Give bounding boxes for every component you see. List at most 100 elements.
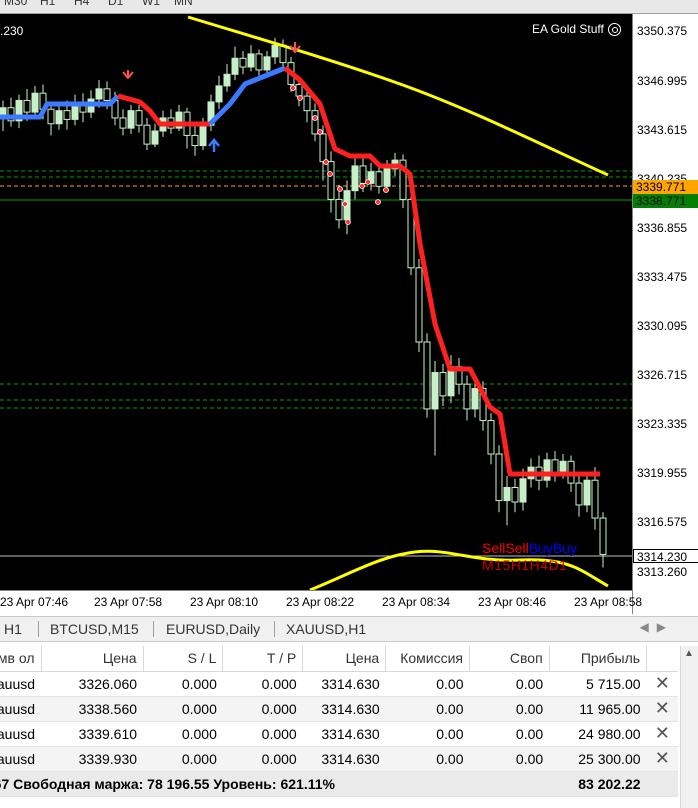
candle-body xyxy=(127,110,135,129)
timeframe-d1[interactable]: D1 xyxy=(108,0,123,8)
signal-part: Buy xyxy=(528,540,553,556)
price-tick: 3343.615 xyxy=(637,123,688,137)
candle-body xyxy=(135,110,143,126)
current-price-box: 3314.230 xyxy=(633,549,698,564)
candle-body xyxy=(215,85,223,103)
scroll-up-icon[interactable]: ▲ xyxy=(684,648,694,659)
candle-body xyxy=(551,459,559,474)
signal-part: Buy xyxy=(552,540,577,556)
candle-body xyxy=(335,198,343,221)
cell-profit: 24 980.00 xyxy=(549,721,647,747)
close-position-icon[interactable]: ✕ xyxy=(646,721,678,747)
signal-timeframes-text: M15H1H4D1 xyxy=(482,557,568,573)
cell-tp: 0.000 xyxy=(222,721,303,747)
cell-profit: 11 965.00 xyxy=(549,696,647,722)
trade-marker xyxy=(375,199,381,205)
price-chart[interactable]: .230 EA Gold Stuff SellSellBuyBuy M15H1H… xyxy=(0,14,698,614)
envelope-upper xyxy=(187,15,609,177)
col-close xyxy=(646,646,678,672)
table-row[interactable]: xauusd 3339.930 0.000 0.000 3314.630 0.0… xyxy=(0,746,678,772)
candle-body xyxy=(143,124,151,145)
cell-comm: 0.00 xyxy=(385,746,470,772)
candle-body xyxy=(351,165,359,192)
time-tick: 23 Apr 08:22 xyxy=(286,595,355,609)
col-cur-price[interactable]: Цена xyxy=(302,646,387,672)
candle-body xyxy=(543,459,551,481)
trade-marker xyxy=(297,95,303,101)
trade-marker xyxy=(317,129,323,135)
table-row[interactable]: xauusd 3338.560 0.000 0.000 3314.630 0.0… xyxy=(0,696,678,722)
trade-marker xyxy=(383,187,389,193)
table-row[interactable]: xauusd 3339.610 0.000 0.000 3314.630 0.0… xyxy=(0,721,678,747)
candle-body xyxy=(231,57,239,75)
cell-cur: 3314.630 xyxy=(302,721,386,747)
table-row[interactable]: xauusd 3326.060 0.000 0.000 3314.630 0.0… xyxy=(0,671,678,697)
trend-line xyxy=(283,66,600,477)
tab-scroll-arrows-icon[interactable]: ◀▶ xyxy=(640,620,674,634)
cell-symbol: xauusd xyxy=(0,746,42,772)
price-tick: 3316.575 xyxy=(637,515,688,529)
tab-xauusd-h1[interactable]: XAUUSD,H1 xyxy=(286,621,366,637)
candle-body xyxy=(23,99,31,113)
candle-body xyxy=(503,486,511,502)
timeframe-mn[interactable]: MN xyxy=(174,0,193,8)
table-summary-row: 5.67 Свободная маржа: 78 196.55 Уровень:… xyxy=(0,770,678,797)
time-tick: 23 Apr 08:46 xyxy=(478,595,547,609)
col-swap[interactable]: Своп xyxy=(469,646,550,672)
tab-h1[interactable]: H1 xyxy=(4,621,22,637)
cell-price: 3339.610 xyxy=(41,721,144,747)
cell-price: 3338.560 xyxy=(41,696,144,722)
time-axis[interactable]: 23 Apr 07:46 23 Apr 07:58 23 Apr 08:10 2… xyxy=(0,590,642,614)
candle-body xyxy=(359,165,367,184)
col-symbol[interactable]: Симв ол xyxy=(0,646,42,672)
price-tick: 3319.955 xyxy=(637,466,688,480)
close-position-icon[interactable]: ✕ xyxy=(646,671,678,697)
timeframe-w1[interactable]: W1 xyxy=(142,0,160,8)
candle-body xyxy=(591,479,599,519)
candle-body xyxy=(0,107,7,116)
trade-marker xyxy=(345,219,351,225)
sell-arrow-icon xyxy=(122,70,134,80)
cell-tp: 0.000 xyxy=(222,746,303,772)
price-tick: 3336.855 xyxy=(637,221,688,235)
trade-marker xyxy=(365,179,371,185)
candle-body xyxy=(511,486,519,503)
candle-body xyxy=(415,267,423,343)
cell-price: 3326.060 xyxy=(41,671,144,697)
chart-tabs: H1 BTCUSD,M15 EURUSD,Daily XAUUSD,H1 ◀▶ xyxy=(0,616,698,642)
candle-body xyxy=(295,83,303,97)
price-tick: 3326.715 xyxy=(637,368,688,382)
candle-body xyxy=(263,56,271,71)
candle-body xyxy=(119,117,127,129)
expert-smiley-icon xyxy=(607,22,621,36)
chart-canvas xyxy=(0,15,632,590)
tab-divider xyxy=(153,621,154,637)
col-sl[interactable]: S / L xyxy=(143,646,224,672)
close-position-icon[interactable]: ✕ xyxy=(646,696,678,722)
trade-marker xyxy=(359,183,365,189)
price-axis[interactable]: 3350.375 3346.995 3343.615 3340.235 3336… xyxy=(632,14,698,614)
candle-body xyxy=(103,88,111,101)
timeframe-m30[interactable]: M30 xyxy=(4,0,27,8)
table-scrollbar[interactable]: ▲ xyxy=(680,646,698,808)
tab-eurusd-daily[interactable]: EURUSD,Daily xyxy=(166,621,260,637)
tab-btcusd-m15[interactable]: BTCUSD,M15 xyxy=(50,621,139,637)
total-profit: 83 202.22 xyxy=(549,770,647,797)
col-commission[interactable]: Комиссия xyxy=(385,646,470,672)
trade-marker xyxy=(323,159,329,165)
ea-label[interactable]: EA Gold Stuff xyxy=(532,22,621,36)
col-profit[interactable]: Прибыль xyxy=(549,646,648,672)
cell-comm: 0.00 xyxy=(385,721,470,747)
timeframe-h4[interactable]: H4 xyxy=(74,0,89,8)
close-position-icon[interactable]: ✕ xyxy=(646,746,678,772)
summary-spacer xyxy=(646,770,678,797)
timeframe-h1[interactable]: H1 xyxy=(40,0,55,8)
col-price[interactable]: Цена xyxy=(41,646,144,672)
cell-cur: 3314.630 xyxy=(302,696,386,722)
candle-body xyxy=(519,478,527,503)
candle-body xyxy=(223,73,231,87)
candle-body xyxy=(47,108,55,125)
cell-swap: 0.00 xyxy=(469,746,550,772)
candle-body xyxy=(327,161,335,200)
col-tp[interactable]: T / P xyxy=(222,646,304,672)
